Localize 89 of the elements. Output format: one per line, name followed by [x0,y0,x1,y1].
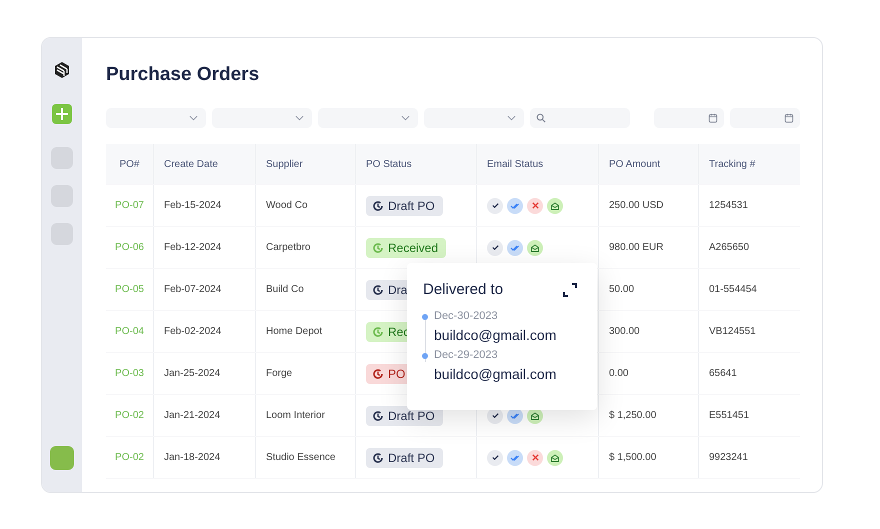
table-cell-text: 9923241 [708,451,749,465]
date-field[interactable] [730,108,800,128]
table-cell-text: E551451 [708,409,750,423]
po-link[interactable]: PO-02 [106,437,154,478]
table-cell-text: 65641 [708,367,738,381]
calendar-icon [784,113,794,123]
column-header: PO Amount [599,144,699,184]
table-cell-text: VB124551 [708,325,757,339]
table-cell: Jan-21-2024 [154,395,256,436]
table-cell: 0.00 [599,353,699,394]
clock-icon [372,326,384,338]
check-icon [487,198,503,214]
table-cell: Home Depot [256,311,356,352]
clock-icon [372,200,384,212]
po-link[interactable]: PO-02 [106,395,154,436]
table-cell-text: 1254531 [708,199,749,213]
cross-icon [527,450,543,466]
profile-button[interactable] [50,446,74,470]
page-title: Purchase Orders [106,64,260,87]
delivery-email: buildco@gmail.com [434,366,558,382]
status-badge: Draft PO [366,196,443,216]
status-badge: Draft PO [366,448,443,468]
date-field[interactable] [654,108,724,128]
delivery-date: Dec-30-2023 [434,310,499,322]
search-icon [536,113,546,123]
column-header: Tracking # [708,158,756,172]
chevron-down-icon [401,115,410,121]
double-check-icon [507,198,523,214]
logo-icon [52,60,72,80]
po-link[interactable]: PO-06 [106,227,154,268]
table-cell: Loom Interior [256,395,356,436]
table-cell: Studio Essence [256,437,356,478]
cross-icon [527,198,543,214]
table-cell: Build Co [256,269,356,310]
po-link[interactable]: PO-03 [106,353,154,394]
envelope-icon [547,450,563,466]
table-cell: Feb-12-2024 [154,227,256,268]
column-header: Email Status [477,144,599,184]
status-badge: Received [366,238,446,258]
popover-title: Delivered to [423,281,504,298]
double-check-icon [507,450,523,466]
envelope-icon [547,198,563,214]
clock-icon [372,410,384,422]
column-header: PO# [106,144,154,184]
table-cell: 250.00 USD [599,185,699,226]
column-header: PO Status [356,144,477,184]
po-link[interactable]: PO-07 [106,185,154,226]
dropdown-field[interactable] [424,108,524,128]
table-cell: Carpetbro [256,227,356,268]
table-cell: 50.00 [599,269,699,310]
table-cell: $ 1,500.00 [599,437,699,478]
timeline-dot [422,353,428,359]
table-cell: Feb-15-2024 [154,185,256,226]
clock-icon [372,368,384,380]
table-cell-text: 01-554454 [708,283,758,297]
check-icon [487,450,503,466]
table-cell: Jan-18-2024 [154,437,256,478]
chevron-down-icon [295,115,304,121]
calendar-icon [708,113,718,123]
column-header: Create Date [154,144,256,184]
expand-icon[interactable] [563,282,577,296]
po-link[interactable]: PO-04 [106,311,154,352]
clock-icon [372,452,384,464]
table-cell: Wood Co [256,185,356,226]
check-icon [487,240,503,256]
table-cell: 300.00 [599,311,699,352]
clock-icon [372,284,384,296]
chevron-down-icon [189,115,198,121]
table-cell-text: A265650 [708,241,750,255]
timeline-dot [422,314,428,320]
dropdown-field[interactable] [212,108,312,128]
delivery-date: Dec-29-2023 [434,349,499,361]
chevron-down-icon [507,115,516,121]
double-check-icon [507,240,523,256]
table-cell: $ 1,250.00 [599,395,699,436]
table-cell: Feb-02-2024 [154,311,256,352]
table-cell: Forge [256,353,356,394]
column-header: Supplier [256,144,356,184]
table-cell: 980.00 EUR [599,227,699,268]
envelope-icon [527,240,543,256]
delivery-email: buildco@gmail.com [434,327,558,343]
dropdown-field[interactable] [318,108,418,128]
clock-icon [372,242,384,254]
po-link[interactable]: PO-05 [106,269,154,310]
add-button[interactable] [52,104,72,124]
dropdown-field[interactable] [106,108,206,128]
search-field[interactable] [530,108,630,128]
table-cell: Feb-07-2024 [154,269,256,310]
table-cell: Jan-25-2024 [154,353,256,394]
